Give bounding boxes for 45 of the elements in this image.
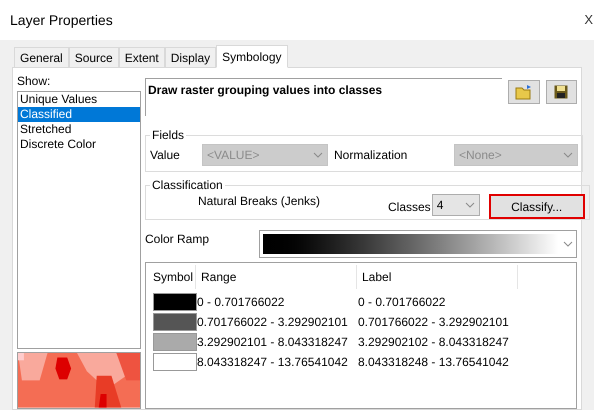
tab[interactable]: Extent — [118, 47, 165, 67]
list-item[interactable]: Stretched — [18, 122, 140, 137]
chevron-down-icon — [563, 152, 573, 158]
table-cell-text: 8.043318248 - 13.76541042 — [358, 354, 509, 370]
table-cell-text: 0 - 0.701766022 — [197, 294, 286, 310]
list-item[interactable]: Discrete Color — [18, 137, 140, 152]
color-ramp-dropdown[interactable] — [259, 230, 577, 258]
method-text: Natural Breaks (Jenks) — [198, 193, 322, 210]
description-box: Draw raster grouping values into classes — [145, 78, 502, 116]
tab[interactable]: Source — [68, 47, 119, 67]
chevron-down-icon — [563, 241, 573, 247]
group-title: Fields — [151, 127, 186, 144]
table-cell-text: 8.043318247 - 13.76541042 — [197, 354, 349, 370]
save-button[interactable] — [546, 80, 577, 104]
tab[interactable]: Display — [164, 47, 216, 67]
close-button[interactable]: X — [584, 10, 594, 30]
symbol-swatch[interactable] — [153, 352, 197, 370]
symbol-swatch[interactable] — [153, 312, 197, 330]
color-ramp-label: Color Ramp — [145, 231, 210, 248]
window-title: Layer Properties — [10, 10, 113, 30]
column-header[interactable]: Range — [196, 265, 357, 289]
symbol-swatch[interactable] — [153, 332, 197, 350]
folder-icon — [515, 84, 534, 100]
field-label: Normalization — [334, 147, 408, 164]
table-cell-text: 0 - 0.701766022 — [358, 294, 446, 310]
column-header[interactable]: Symbol — [146, 265, 196, 289]
field-label: Value — [150, 147, 181, 164]
list-item[interactable]: Classified — [18, 107, 140, 122]
chevron-down-icon — [464, 202, 475, 208]
table-cell-text: 0.701766022 - 3.292902101 — [358, 314, 509, 330]
table-cell-text: 3.292902101 - 8.043318247 — [197, 334, 349, 350]
tab[interactable]: General — [14, 47, 69, 67]
classes-label: Classes — [388, 199, 431, 216]
table-cell-text: 3.292902102 - 8.043318247 — [358, 334, 509, 350]
group-title: Classification — [151, 177, 224, 194]
classes-dropdown[interactable]: 4 — [432, 194, 480, 216]
show-label: Show: — [17, 73, 52, 90]
column-header[interactable]: Label — [357, 265, 518, 289]
tab[interactable]: Symbology — [216, 45, 288, 68]
list-item[interactable]: Unique Values — [18, 92, 140, 107]
open-folder-button[interactable] — [508, 80, 540, 104]
chevron-down-icon — [313, 152, 323, 158]
table-cell-text: 0.701766022 - 3.292902101 — [197, 314, 349, 330]
symbol-swatch[interactable] — [153, 292, 197, 310]
classify-button[interactable]: Classify... — [488, 194, 585, 219]
